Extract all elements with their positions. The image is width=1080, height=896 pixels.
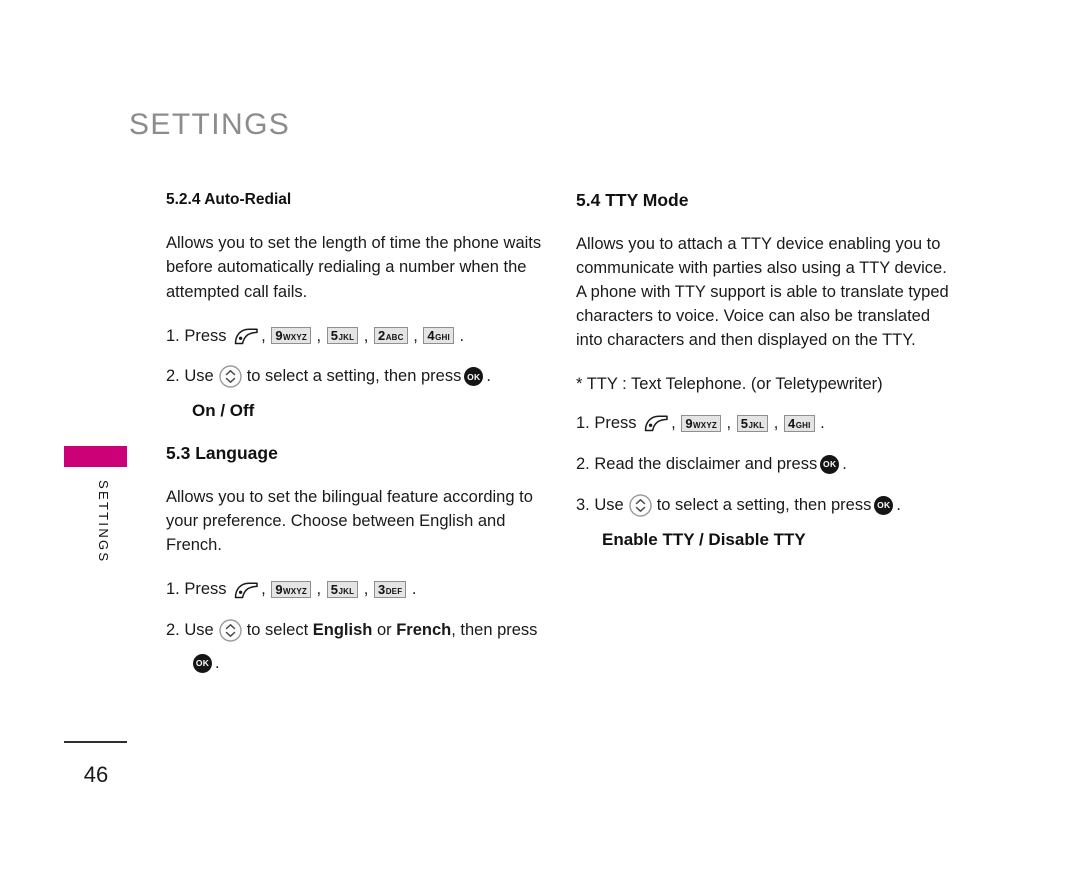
step-verb: Press <box>594 414 637 433</box>
step-number: 3. <box>576 495 590 514</box>
step-number: 2. <box>166 621 180 640</box>
option-french: French <box>396 621 452 640</box>
step-period: . <box>411 580 417 599</box>
ok-key-icon: OK <box>820 454 840 474</box>
step-conjunction: or <box>376 621 392 640</box>
navigation-up-down-icon <box>218 364 243 389</box>
keypad-key-5: 5 JKL <box>736 414 769 432</box>
step-text-b: , then press <box>451 621 538 640</box>
step-number: 2. <box>166 367 180 386</box>
step-text: to select a setting, then press <box>246 367 462 386</box>
key-digit: 5 <box>330 582 338 598</box>
options-auto-redial: On / Off <box>192 401 255 421</box>
key-letters: WXYZ <box>283 333 307 343</box>
key-letters: WXYZ <box>693 420 717 430</box>
key-letters: WXYZ <box>283 587 307 597</box>
step-verb: Use <box>184 621 214 640</box>
step-auto-redial-2: 2. Use to select a setting, then press O… <box>166 364 546 389</box>
keypad-key-9: 9 WXYZ <box>271 327 311 345</box>
keypad-key-4: 4 GHI <box>783 414 815 432</box>
right-column: 5.4 TTY Mode Allows you to attach a TTY … <box>576 190 956 572</box>
keypad-key-9: 9 WXYZ <box>681 414 721 432</box>
step-verb: Press <box>184 326 227 345</box>
step-period: . <box>459 326 465 345</box>
step-period: . <box>820 414 825 433</box>
key-digit: 4 <box>427 328 435 344</box>
options-tty-mode: Enable TTY / Disable TTY <box>602 529 806 549</box>
option-english: English <box>312 621 373 640</box>
page-number: 46 <box>83 762 109 787</box>
keypad-key-4: 4 GHI <box>423 327 454 345</box>
send-key-icon <box>233 326 259 346</box>
paragraph-auto-redial: Allows you to set the length of time the… <box>166 234 542 301</box>
step-number: 1. <box>166 326 180 345</box>
navigation-up-down-icon <box>218 618 243 643</box>
chapter-tab-label: SETTINGS <box>96 480 111 564</box>
key-digit: 9 <box>685 415 693 431</box>
step-period: . <box>842 454 847 473</box>
key-letters: JKL <box>338 333 355 343</box>
step-period: . <box>215 654 220 673</box>
step-tty-3: 3. Use to select a setting, then press O… <box>576 493 956 518</box>
key-digit: 9 <box>275 328 283 344</box>
key-digit: 3 <box>377 582 386 598</box>
keypad-key-5: 5 JKL <box>326 581 359 599</box>
step-language-2: 2. Use to select English or French , the… <box>166 618 546 643</box>
key-letters: ABC <box>385 333 404 343</box>
key-letters: JKL <box>748 420 765 430</box>
key-digit: 5 <box>330 328 338 344</box>
step-language-1: 1. Press , 9 WXYZ , 5 JKL , 3 DEF . <box>166 577 546 602</box>
key-letters: GHI <box>435 333 450 343</box>
chapter-tab-marker <box>64 446 127 467</box>
send-key-icon <box>233 580 259 600</box>
heading-auto-redial: 5.2.4 Auto-Redial <box>166 191 292 208</box>
ok-key-icon: OK <box>193 654 212 674</box>
left-column: 5.2.4 Auto-Redial Allows you to set the … <box>166 190 546 692</box>
keypad-key-9: 9 WXYZ <box>271 581 311 599</box>
key-letters: JKL <box>338 587 355 597</box>
note-tty-definition: * TTY : Text Telephone. (or Teletypewrit… <box>576 375 883 394</box>
step-text: to select a setting, then press <box>656 495 872 514</box>
footer-divider <box>64 741 127 743</box>
step-text: Read the disclaimer and press <box>594 454 818 473</box>
key-letters: GHI <box>795 420 811 430</box>
step-tty-2: 2. Read the disclaimer and press OK . <box>576 452 956 477</box>
send-key-icon <box>643 413 669 433</box>
paragraph-language: Allows you to set the bilingual feature … <box>166 488 533 555</box>
key-digit: 5 <box>740 415 748 431</box>
step-verb: Press <box>184 580 227 599</box>
key-digit: 9 <box>275 582 283 598</box>
step-text: to select <box>246 621 309 640</box>
key-letters: DEF <box>385 587 403 597</box>
key-digit: 4 <box>787 415 796 431</box>
key-digit: 2 <box>377 328 386 344</box>
manual-page: SETTINGS SETTINGS 46 5.2.4 Auto-Redial A… <box>0 0 1080 896</box>
ok-key-icon: OK <box>464 367 484 387</box>
step-verb: Use <box>184 367 214 386</box>
keypad-key-2: 2 ABC <box>373 327 408 345</box>
step-tty-1: 1. Press , 9 WXYZ , 5 JKL , 4 GHI . <box>576 411 956 436</box>
keypad-key-3: 3 DEF <box>373 581 407 599</box>
keypad-key-5: 5 JKL <box>326 327 359 345</box>
step-auto-redial-1: 1. Press , 9 WXYZ , 5 JKL , 2 ABC , 4 GHI . <box>166 324 546 349</box>
step-number: 1. <box>576 414 590 433</box>
page-title: SETTINGS <box>129 108 291 141</box>
step-period: . <box>486 367 491 386</box>
heading-language: 5.3 Language <box>166 443 278 464</box>
heading-tty-mode: 5.4 TTY Mode <box>576 190 689 210</box>
step-language-2-continuation: OK . <box>190 651 546 676</box>
paragraph-tty-mode: Allows you to attach a TTY device enabli… <box>576 234 949 350</box>
navigation-up-down-icon <box>628 493 653 518</box>
step-verb: Use <box>594 495 624 514</box>
step-number: 1. <box>166 580 180 599</box>
step-period: . <box>896 495 901 514</box>
ok-key-icon: OK <box>874 495 894 515</box>
step-number: 2. <box>576 454 590 473</box>
